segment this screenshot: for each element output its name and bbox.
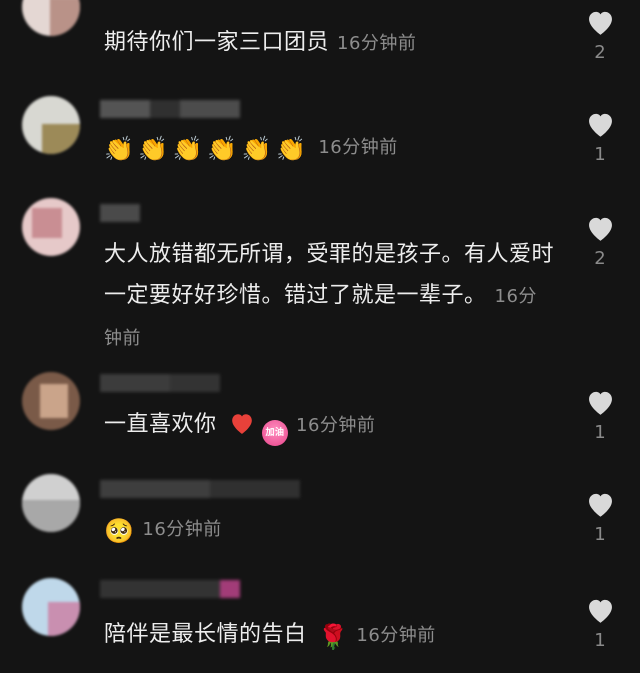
comment-text: 🥺 16分钟前 xyxy=(104,508,554,550)
comment-text: 一直喜欢你 加油 16分钟前 xyxy=(104,404,554,446)
like-button[interactable]: 1 xyxy=(580,490,620,545)
comment-time: 16分钟前 xyxy=(142,519,222,540)
heart-icon[interactable] xyxy=(585,388,616,416)
heart-icon[interactable] xyxy=(585,214,616,242)
comment-time: 16分钟前 xyxy=(356,625,436,646)
username[interactable] xyxy=(100,580,240,598)
comment-time: 16分钟前 xyxy=(318,137,398,158)
clapping-hands-icon: 👏 xyxy=(172,135,204,163)
like-count: 1 xyxy=(594,144,606,165)
like-count: 1 xyxy=(594,524,606,545)
clapping-hands-icon: 👏 xyxy=(241,135,272,163)
like-button[interactable]: 1 xyxy=(580,388,620,443)
clapping-hands-icon: 👏 xyxy=(138,135,169,163)
username[interactable] xyxy=(100,480,300,498)
comment-text: 大人放错都无所谓，受罪的是孩子。有人爱时一定要好好珍惜。错过了就是一辈子。 16分… xyxy=(104,234,554,359)
heart-icon[interactable] xyxy=(585,596,616,624)
username[interactable] xyxy=(100,374,220,392)
heart-icon[interactable] xyxy=(585,490,616,518)
avatar[interactable] xyxy=(22,578,80,636)
avatar[interactable] xyxy=(22,372,80,430)
username[interactable] xyxy=(100,204,140,222)
like-button[interactable]: 2 xyxy=(580,214,620,269)
like-button[interactable]: 2 xyxy=(580,8,620,63)
rose-icon: 🌹 xyxy=(318,623,349,651)
avatar[interactable] xyxy=(22,198,80,256)
comment-body: 陪伴是最长情的告白 xyxy=(104,622,307,647)
jiayou-sticker-icon: 加油 xyxy=(262,420,289,446)
comment-time: 16分钟前 xyxy=(296,415,376,436)
comment-text: 陪伴是最长情的告白 🌹 16分钟前 xyxy=(104,614,554,656)
clapping-hands-icon: 👏 xyxy=(104,135,135,163)
clapping-hands-icon: 👏 xyxy=(275,135,307,163)
avatar[interactable] xyxy=(22,474,80,532)
like-count: 1 xyxy=(594,630,606,651)
like-button[interactable]: 1 xyxy=(580,596,620,651)
like-count: 1 xyxy=(594,422,606,443)
comment-time: 16分钟前 xyxy=(337,33,417,54)
avatar[interactable] xyxy=(22,0,80,36)
comment-body: 大人放错都无所谓，受罪的是孩子。有人爱时一定要好好珍惜。错过了就是一辈子。 xyxy=(104,242,555,308)
like-button[interactable]: 1 xyxy=(580,110,620,165)
pleading-face-icon: 🥺 xyxy=(104,517,135,545)
clapping-hands-icon: 👏 xyxy=(207,135,238,163)
comment-body: 期待你们一家三口团员 xyxy=(104,30,330,55)
red-heart-icon xyxy=(232,414,252,434)
comment-text: 👏 👏 👏 👏 👏 👏 16分钟前 xyxy=(104,126,554,168)
heart-icon[interactable] xyxy=(585,8,616,36)
comment-text: 期待你们一家三口团员 16分钟前 xyxy=(104,22,554,64)
heart-icon[interactable] xyxy=(585,110,616,138)
avatar[interactable] xyxy=(22,96,80,154)
like-count: 2 xyxy=(594,42,606,63)
comment-body: 一直喜欢你 xyxy=(104,412,217,437)
username[interactable] xyxy=(100,100,240,118)
like-count: 2 xyxy=(594,248,606,269)
